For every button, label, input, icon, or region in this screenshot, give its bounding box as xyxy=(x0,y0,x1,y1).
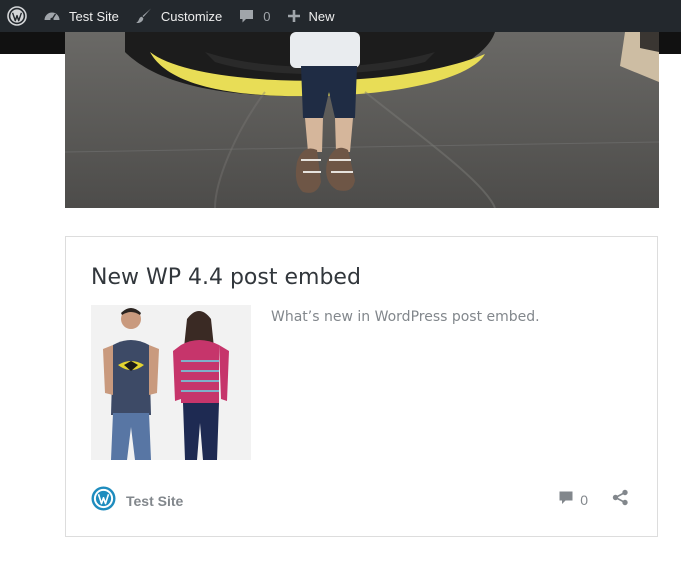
wordpress-logo-icon xyxy=(7,6,27,26)
plus-icon xyxy=(287,9,301,23)
embed-excerpt: What’s new in WordPress post embed. xyxy=(271,309,540,325)
embed-site-name: Test Site xyxy=(126,493,184,509)
wordpress-logo-icon xyxy=(91,486,116,516)
embed-comments-count: 0 xyxy=(580,492,588,508)
post-embed-card: New WP 4.4 post embed What’s new in Word… xyxy=(65,236,658,537)
comment-bubble-icon xyxy=(238,8,255,25)
customize-menu[interactable]: Customize xyxy=(127,0,230,32)
new-content-menu[interactable]: New xyxy=(279,0,343,32)
embed-thumbnail[interactable] xyxy=(91,305,251,460)
share-icon[interactable] xyxy=(612,489,629,511)
dashboard-icon xyxy=(43,7,61,25)
brush-icon xyxy=(135,7,153,25)
admin-toolbar: Test Site Customize 0 New xyxy=(0,0,681,32)
comments-count: 0 xyxy=(263,8,271,24)
embed-meta: 0 xyxy=(558,489,629,511)
site-name-label: Test Site xyxy=(69,8,119,24)
site-name-menu[interactable]: Test Site xyxy=(35,0,127,32)
featured-image xyxy=(65,32,659,208)
wp-logo-menu[interactable] xyxy=(0,0,35,32)
customize-label: Customize xyxy=(160,8,223,24)
comments-menu[interactable]: 0 xyxy=(230,0,278,32)
comment-bubble-icon[interactable] xyxy=(558,490,574,511)
embed-title-link[interactable]: New WP 4.4 post embed xyxy=(91,262,361,294)
new-label: New xyxy=(308,8,335,24)
embed-site-link[interactable]: Test Site xyxy=(91,486,183,516)
